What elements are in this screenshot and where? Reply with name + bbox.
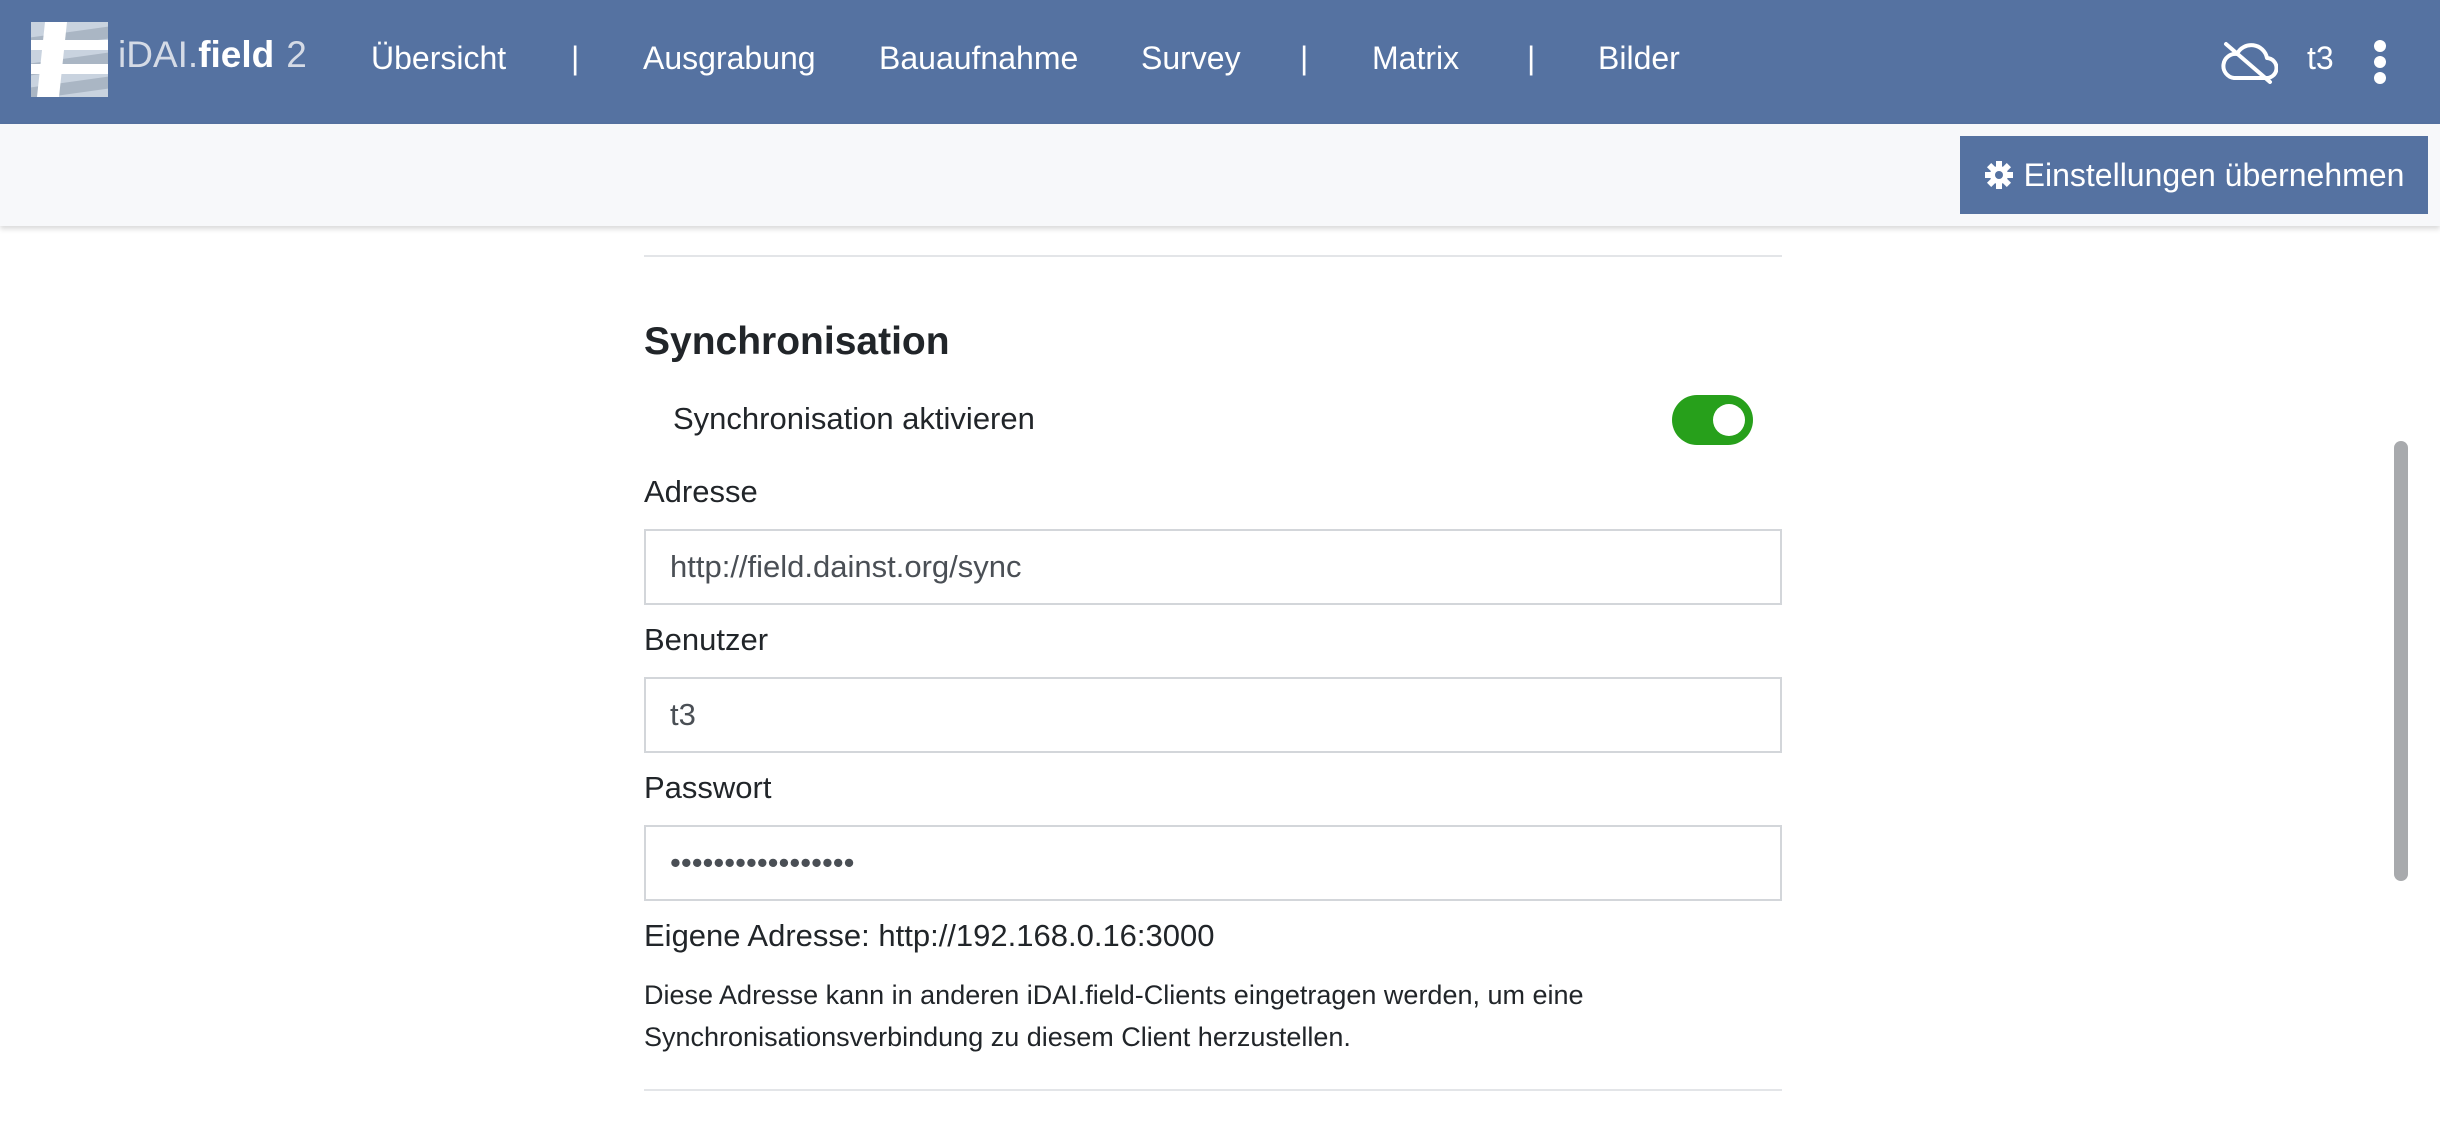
app-logo[interactable]: [31, 22, 108, 97]
toggle-knob: [1713, 404, 1745, 436]
password-input[interactable]: [644, 825, 1782, 901]
gear-icon: [1984, 161, 2013, 189]
nav-item-matrix[interactable]: Matrix: [1372, 40, 1459, 77]
nav-separator: |: [1300, 40, 1309, 76]
scrollbar-thumb[interactable]: [2394, 441, 2408, 881]
nav-item-uebersicht[interactable]: Übersicht: [371, 40, 506, 77]
nav-item-ausgrabung[interactable]: Ausgrabung: [643, 40, 816, 77]
nav-item-survey[interactable]: Survey: [1141, 40, 1241, 77]
user-input[interactable]: [644, 677, 1782, 753]
divider: [644, 255, 1782, 257]
section-title-sync: Synchronisation: [644, 320, 950, 363]
divider: [644, 1089, 1782, 1091]
cloud-off-icon[interactable]: [2220, 40, 2278, 84]
brand-prefix: iDAI.: [118, 34, 199, 75]
user-name[interactable]: t3: [2307, 40, 2334, 77]
help-text: Diese Adresse kann in anderen iDAI.field…: [644, 980, 1584, 1052]
nav-separator: |: [571, 40, 580, 76]
address-input[interactable]: [644, 529, 1782, 605]
nav-item-bauaufnahme[interactable]: Bauaufnahme: [879, 40, 1078, 77]
own-address-text: Eigene Adresse: http://192.168.0.16:3000: [644, 918, 1215, 953]
apply-settings-button[interactable]: Einstellungen übernehmen: [1960, 136, 2428, 214]
brand-name: field: [198, 34, 275, 75]
brand-version: 2: [286, 34, 307, 75]
apply-settings-label: Einstellungen übernehmen: [2023, 156, 2405, 193]
kebab-menu-icon[interactable]: [2370, 40, 2390, 84]
sync-toggle[interactable]: [1672, 395, 1753, 445]
app-brand[interactable]: iDAI.field 2: [118, 34, 307, 76]
user-label: Benutzer: [644, 622, 769, 657]
nav-item-bilder[interactable]: Bilder: [1598, 40, 1680, 77]
address-label: Adresse: [644, 474, 758, 509]
sync-toggle-label: Synchronisation aktivieren: [673, 401, 1035, 436]
password-label: Passwort: [644, 770, 772, 805]
nav-separator: |: [1527, 40, 1536, 76]
